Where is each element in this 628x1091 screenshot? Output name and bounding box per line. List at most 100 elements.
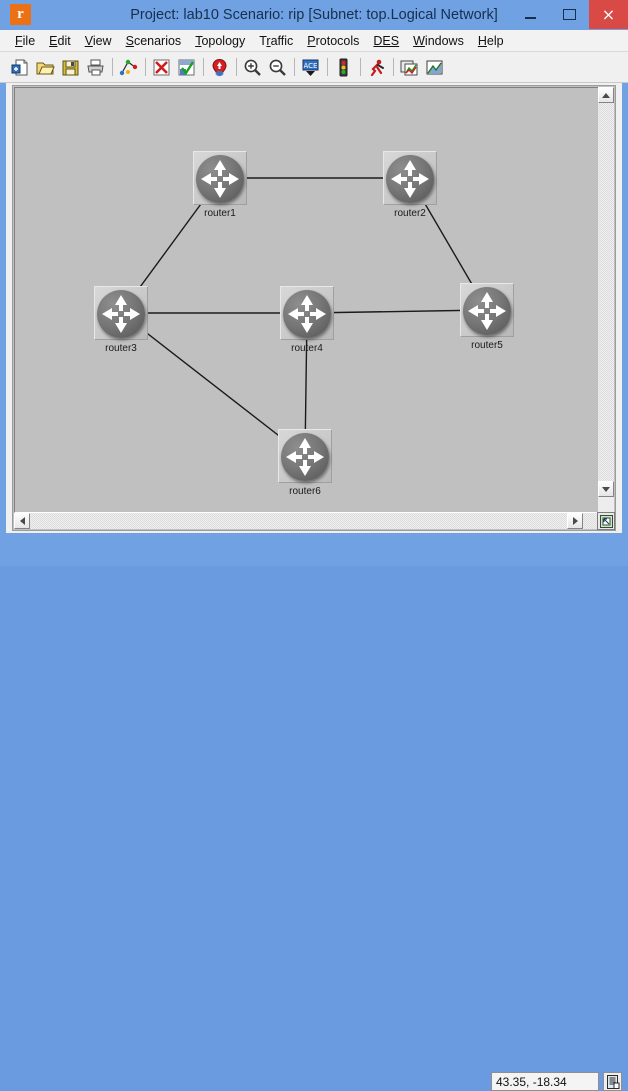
scroll-right-arrow-icon <box>572 517 578 525</box>
menu-label-traffic: affic <box>270 33 294 48</box>
scroll-right-button[interactable] <box>567 513 583 529</box>
toolbar-separator-5 <box>294 58 295 76</box>
hide-show-graph-panels-icon <box>426 60 443 74</box>
toolbar-separator-6 <box>327 58 328 76</box>
menu-item-traffic[interactable]: Traffic <box>252 32 300 50</box>
svg-text:ACE: ACE <box>304 61 318 69</box>
menu-label-help: elp <box>486 33 504 48</box>
zoom-out-button[interactable] <box>267 57 288 78</box>
menu-item-des[interactable]: DES <box>366 32 406 50</box>
router-arrows-icon <box>288 295 326 333</box>
zoom-in-icon <box>244 59 261 76</box>
maximize-icon <box>563 9 576 20</box>
ace-button[interactable]: ACE <box>300 57 321 78</box>
close-icon: × <box>601 4 616 24</box>
vertical-scrollbar[interactable] <box>598 87 614 513</box>
scroll-down-button[interactable] <box>598 481 614 497</box>
menu-item-help[interactable]: Help <box>471 32 511 50</box>
status-bar: 43.35, -18.34 <box>0 533 628 1091</box>
horizontal-scroll-track[interactable] <box>30 513 599 529</box>
open-project-icon <box>36 62 55 74</box>
vertical-scroll-track[interactable] <box>598 103 614 497</box>
menu-item-scenarios[interactable]: Scenarios <box>119 32 189 50</box>
open-project-button[interactable] <box>35 57 56 78</box>
scroll-left-button[interactable] <box>14 513 30 529</box>
toolbar-separator-1 <box>112 58 113 76</box>
status-panel-icon <box>606 1074 619 1089</box>
node-label: router2 <box>394 208 426 219</box>
menu-label-view: iew <box>92 33 112 48</box>
canvas-corner-icon <box>599 514 613 528</box>
toolbar-separator-4 <box>236 58 237 76</box>
menu-label-file: ile <box>22 33 36 48</box>
coordinates-display: 43.35, -18.34 <box>491 1072 599 1091</box>
print-button[interactable] <box>85 57 106 78</box>
opnet-modeler-window: r Project: lab10 Scenario: rip [Subnet: … <box>0 0 628 1091</box>
new-project-icon <box>11 59 28 75</box>
node-label: router5 <box>471 340 503 351</box>
configure-run-simulation-button[interactable] <box>333 57 354 78</box>
node-label: router6 <box>289 486 321 497</box>
title-bar: r Project: lab10 Scenario: rip [Subnet: … <box>0 0 628 30</box>
canvas-corner-button[interactable] <box>597 512 615 530</box>
node-label: router4 <box>291 343 323 354</box>
menu-item-windows[interactable]: Windows <box>406 32 471 50</box>
horizontal-scrollbar[interactable] <box>14 513 599 529</box>
maximize-button[interactable] <box>550 0 589 29</box>
toolbar: ACE <box>0 52 628 83</box>
node-label: router3 <box>105 343 137 354</box>
check-link-consistency-icon <box>178 59 195 75</box>
mdi-client-area: router1 router2 router3 router4 router5 … <box>6 83 622 533</box>
router-arrows-icon <box>102 295 140 333</box>
delete-object-button[interactable] <box>151 57 172 78</box>
menu-label-protocols: rotocols <box>315 33 360 48</box>
router-arrows-icon <box>201 160 239 198</box>
menu-bar: File Edit View Scenarios Topology Traffi… <box>0 30 628 52</box>
network-canvas[interactable]: router1 router2 router3 router4 router5 … <box>15 88 598 512</box>
ace-icon: ACE <box>302 59 319 76</box>
close-button[interactable]: × <box>589 0 628 29</box>
delete-object-icon <box>153 59 170 75</box>
configure-run-simulation-icon <box>339 58 348 76</box>
check-link-consistency-button[interactable] <box>176 57 197 78</box>
subnet-window-frame: router1 router2 router3 router4 router5 … <box>12 85 616 531</box>
fail-recover-icon <box>212 58 227 76</box>
router-arrows-icon <box>391 160 429 198</box>
network-canvas-viewport[interactable]: router1 router2 router3 router4 router5 … <box>14 87 599 513</box>
open-object-palette-icon <box>119 59 138 75</box>
minimize-button[interactable] <box>511 0 550 29</box>
zoom-out-icon <box>269 59 286 76</box>
new-project-button[interactable] <box>10 57 31 78</box>
print-icon <box>87 59 104 75</box>
scroll-down-arrow-icon <box>602 486 610 492</box>
node-label: router1 <box>204 208 236 219</box>
scroll-left-arrow-icon <box>19 517 25 525</box>
router-arrows-icon <box>468 292 506 330</box>
save-project-button[interactable] <box>60 57 81 78</box>
open-object-palette-button[interactable] <box>118 57 139 78</box>
hide-show-graph-panels-button[interactable] <box>424 57 445 78</box>
minimize-icon <box>525 16 536 19</box>
menu-item-file[interactable]: File <box>8 32 42 50</box>
scroll-up-button[interactable] <box>598 87 614 103</box>
menu-item-edit[interactable]: Edit <box>42 32 78 50</box>
run-discrete-event-simulation-button[interactable] <box>366 57 387 78</box>
save-project-icon <box>62 60 79 75</box>
view-results-icon <box>400 60 418 75</box>
menu-label-topology: opology <box>201 33 246 48</box>
menu-item-topology[interactable]: Topology <box>188 32 252 50</box>
menu-item-protocols[interactable]: Protocols <box>300 32 366 50</box>
view-results-button[interactable] <box>399 57 420 78</box>
scroll-up-arrow-icon <box>602 92 610 98</box>
menu-label-edit: dit <box>57 33 71 48</box>
menu-item-view[interactable]: View <box>78 32 119 50</box>
menu-label-windows: indows <box>424 33 464 48</box>
toolbar-separator-3 <box>203 58 204 76</box>
app-icon: r <box>10 4 31 25</box>
fail-recover-button[interactable] <box>209 57 230 78</box>
status-panel-button[interactable] <box>603 1072 622 1091</box>
zoom-in-button[interactable] <box>242 57 263 78</box>
run-discrete-event-simulation-icon <box>370 59 384 76</box>
router-arrows-icon <box>286 438 324 476</box>
toolbar-separator-8 <box>393 58 394 76</box>
